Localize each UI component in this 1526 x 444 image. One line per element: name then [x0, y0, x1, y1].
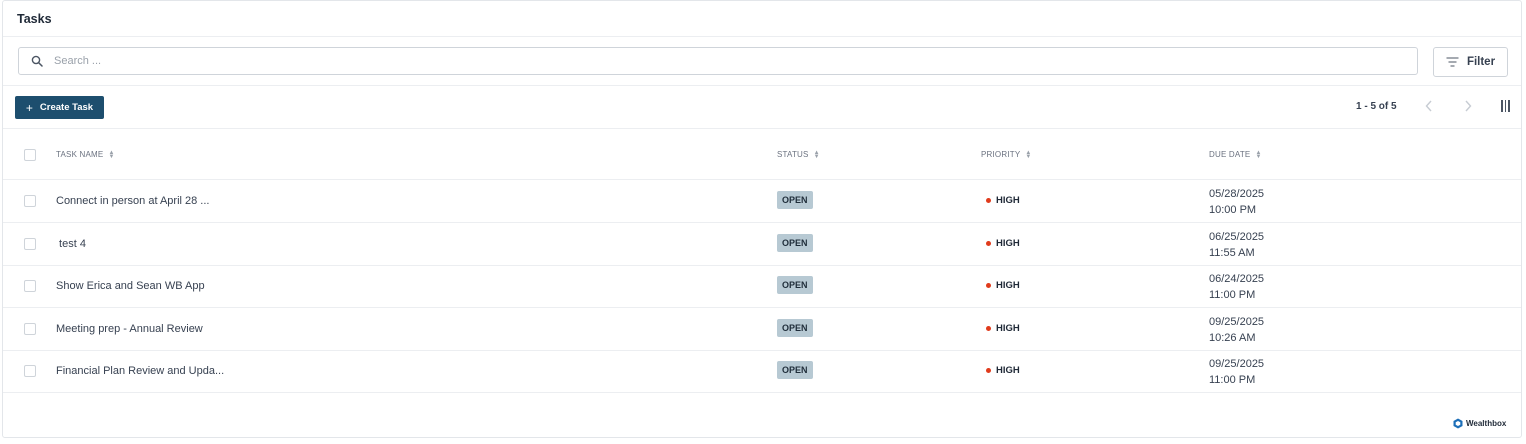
- priority-indicator: HIGH: [986, 238, 1020, 249]
- pagination-count: 1 - 5 of 5: [1356, 101, 1397, 112]
- create-task-label: Create Task: [39, 102, 94, 113]
- due-date: 05/28/2025 10:00 PM: [1209, 188, 1265, 216]
- wealthbox-logo: Wealthbox: [1453, 418, 1506, 429]
- row-checkbox[interactable]: [24, 238, 36, 250]
- row-checkbox[interactable]: [24, 195, 36, 207]
- status-badge: OPEN: [777, 234, 813, 252]
- column-header-task-name[interactable]: TASK NAME ▲ ▼: [56, 149, 115, 160]
- filter-button[interactable]: Filter: [1433, 47, 1508, 77]
- table-row[interactable]: Financial Plan Review and Upda... OPEN H…: [3, 350, 1521, 393]
- priority-dot-icon: [986, 198, 991, 203]
- due-date: 06/24/2025 11:00 PM: [1209, 273, 1265, 301]
- due-date: 06/25/2025 11:55 AM: [1209, 231, 1265, 259]
- table-row[interactable]: Connect in person at April 28 ... OPEN H…: [3, 180, 1521, 223]
- chevron-right-icon[interactable]: [1464, 99, 1472, 115]
- status-badge: OPEN: [777, 319, 813, 337]
- task-name[interactable]: Meeting prep - Annual Review: [56, 323, 203, 335]
- page-title: Tasks: [17, 12, 52, 26]
- title-bar: Tasks: [3, 1, 1521, 37]
- priority-indicator: HIGH: [986, 280, 1020, 291]
- create-task-button[interactable]: + Create Task: [15, 96, 104, 119]
- priority-dot-icon: [986, 368, 991, 373]
- priority-indicator: HIGH: [986, 365, 1020, 376]
- divider: [3, 85, 1521, 86]
- status-badge: OPEN: [777, 276, 813, 294]
- wealthbox-logo-icon: [1453, 418, 1463, 429]
- column-header-priority[interactable]: PRIORITY ▲ ▼: [981, 149, 1032, 160]
- search-icon: [30, 54, 44, 68]
- sort-icon: ▲ ▼: [813, 149, 820, 160]
- plus-icon: +: [25, 100, 33, 115]
- task-name[interactable]: Financial Plan Review and Upda...: [56, 365, 224, 377]
- column-header-status[interactable]: STATUS ▲ ▼: [777, 149, 820, 160]
- columns-icon[interactable]: [1501, 100, 1510, 112]
- task-name[interactable]: Connect in person at April 28 ...: [56, 195, 209, 207]
- chevron-left-icon[interactable]: [1425, 99, 1433, 115]
- filter-label: Filter: [1466, 56, 1496, 68]
- sort-icon: ▲ ▼: [1255, 149, 1262, 160]
- column-header-due-date[interactable]: DUE DATE ▲ ▼: [1209, 149, 1262, 160]
- task-name[interactable]: test 4: [56, 238, 86, 250]
- table-row[interactable]: Show Erica and Sean WB App OPEN HIGH 06/…: [3, 265, 1521, 308]
- table-row[interactable]: Meeting prep - Annual Review OPEN HIGH 0…: [3, 308, 1521, 351]
- priority-indicator: HIGH: [986, 323, 1020, 334]
- row-checkbox[interactable]: [24, 280, 36, 292]
- tasks-panel: Tasks Filter + Create Task 1 - 5 of 5 TA…: [2, 0, 1522, 438]
- status-badge: OPEN: [777, 191, 813, 209]
- due-date: 09/25/2025 11:00 PM: [1209, 358, 1265, 386]
- search-box[interactable]: [18, 47, 1418, 75]
- sort-icon: ▲ ▼: [1025, 149, 1032, 160]
- priority-dot-icon: [986, 241, 991, 246]
- task-name[interactable]: Show Erica and Sean WB App: [56, 280, 205, 292]
- filter-icon: [1446, 57, 1459, 67]
- priority-dot-icon: [986, 326, 991, 331]
- table-row[interactable]: test 4 OPEN HIGH 06/25/2025 11:55 AM: [3, 223, 1521, 266]
- select-all-checkbox[interactable]: [24, 149, 36, 161]
- due-date: 09/25/2025 10:26 AM: [1209, 316, 1265, 344]
- status-badge: OPEN: [777, 361, 813, 379]
- brand-name: Wealthbox: [1466, 419, 1507, 428]
- row-checkbox[interactable]: [24, 365, 36, 377]
- priority-dot-icon: [986, 283, 991, 288]
- table-header: TASK NAME ▲ ▼ STATUS ▲ ▼ PRIORITY ▲ ▼ DUE D…: [3, 129, 1521, 180]
- row-checkbox[interactable]: [24, 323, 36, 335]
- priority-indicator: HIGH: [986, 195, 1020, 206]
- sort-icon: ▲ ▼: [108, 149, 115, 160]
- search-input[interactable]: [52, 54, 656, 68]
